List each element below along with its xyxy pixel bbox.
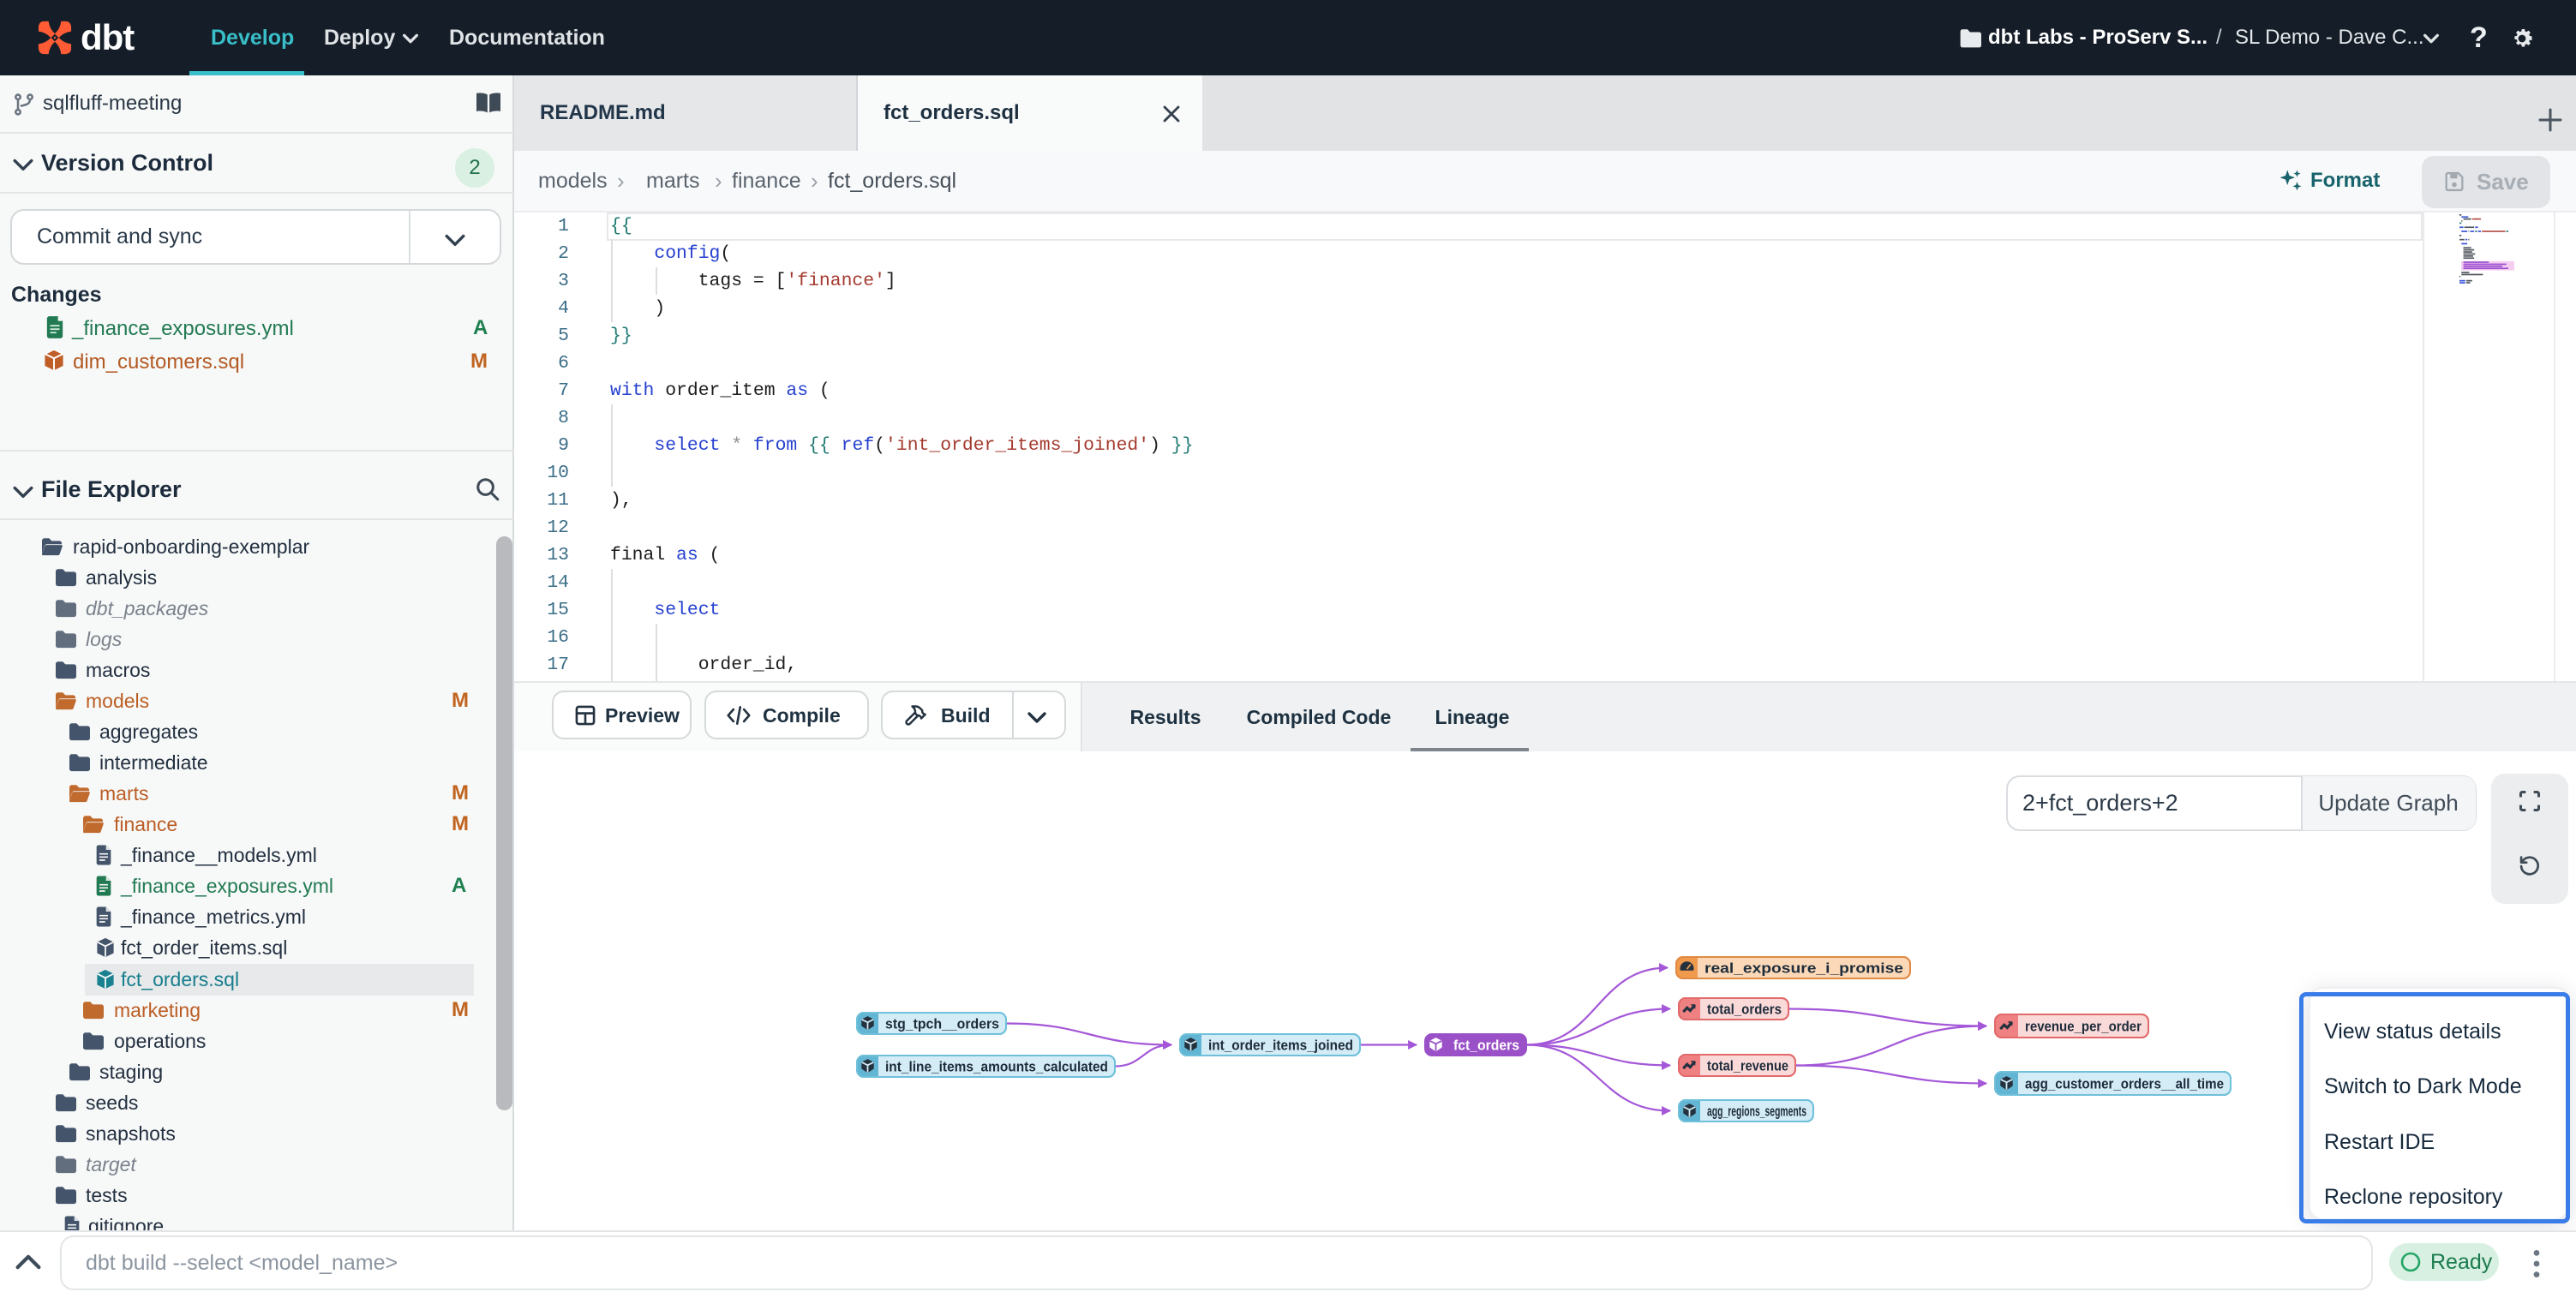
svg-text:total_revenue: total_revenue [1707,1058,1788,1074]
svg-text:stg_tpch__orders: stg_tpch__orders [885,1016,999,1032]
svg-text:int_line_items_amounts_calcula: int_line_items_amounts_calculated [885,1059,1108,1075]
svg-text:agg_customer_orders__all_time: agg_customer_orders__all_time [2025,1076,2224,1092]
svg-text:int_order_items_joined: int_order_items_joined [1208,1038,1353,1054]
svg-text:revenue_per_order: revenue_per_order [2025,1019,2142,1035]
svg-text:real_exposure_i_promise: real_exposure_i_promise [1704,960,1903,977]
svg-text:agg_regions_segments: agg_regions_segments [1707,1104,1806,1120]
svg-text:fct_orders: fct_orders [1453,1038,1519,1054]
svg-text:total_orders: total_orders [1707,1002,1782,1018]
